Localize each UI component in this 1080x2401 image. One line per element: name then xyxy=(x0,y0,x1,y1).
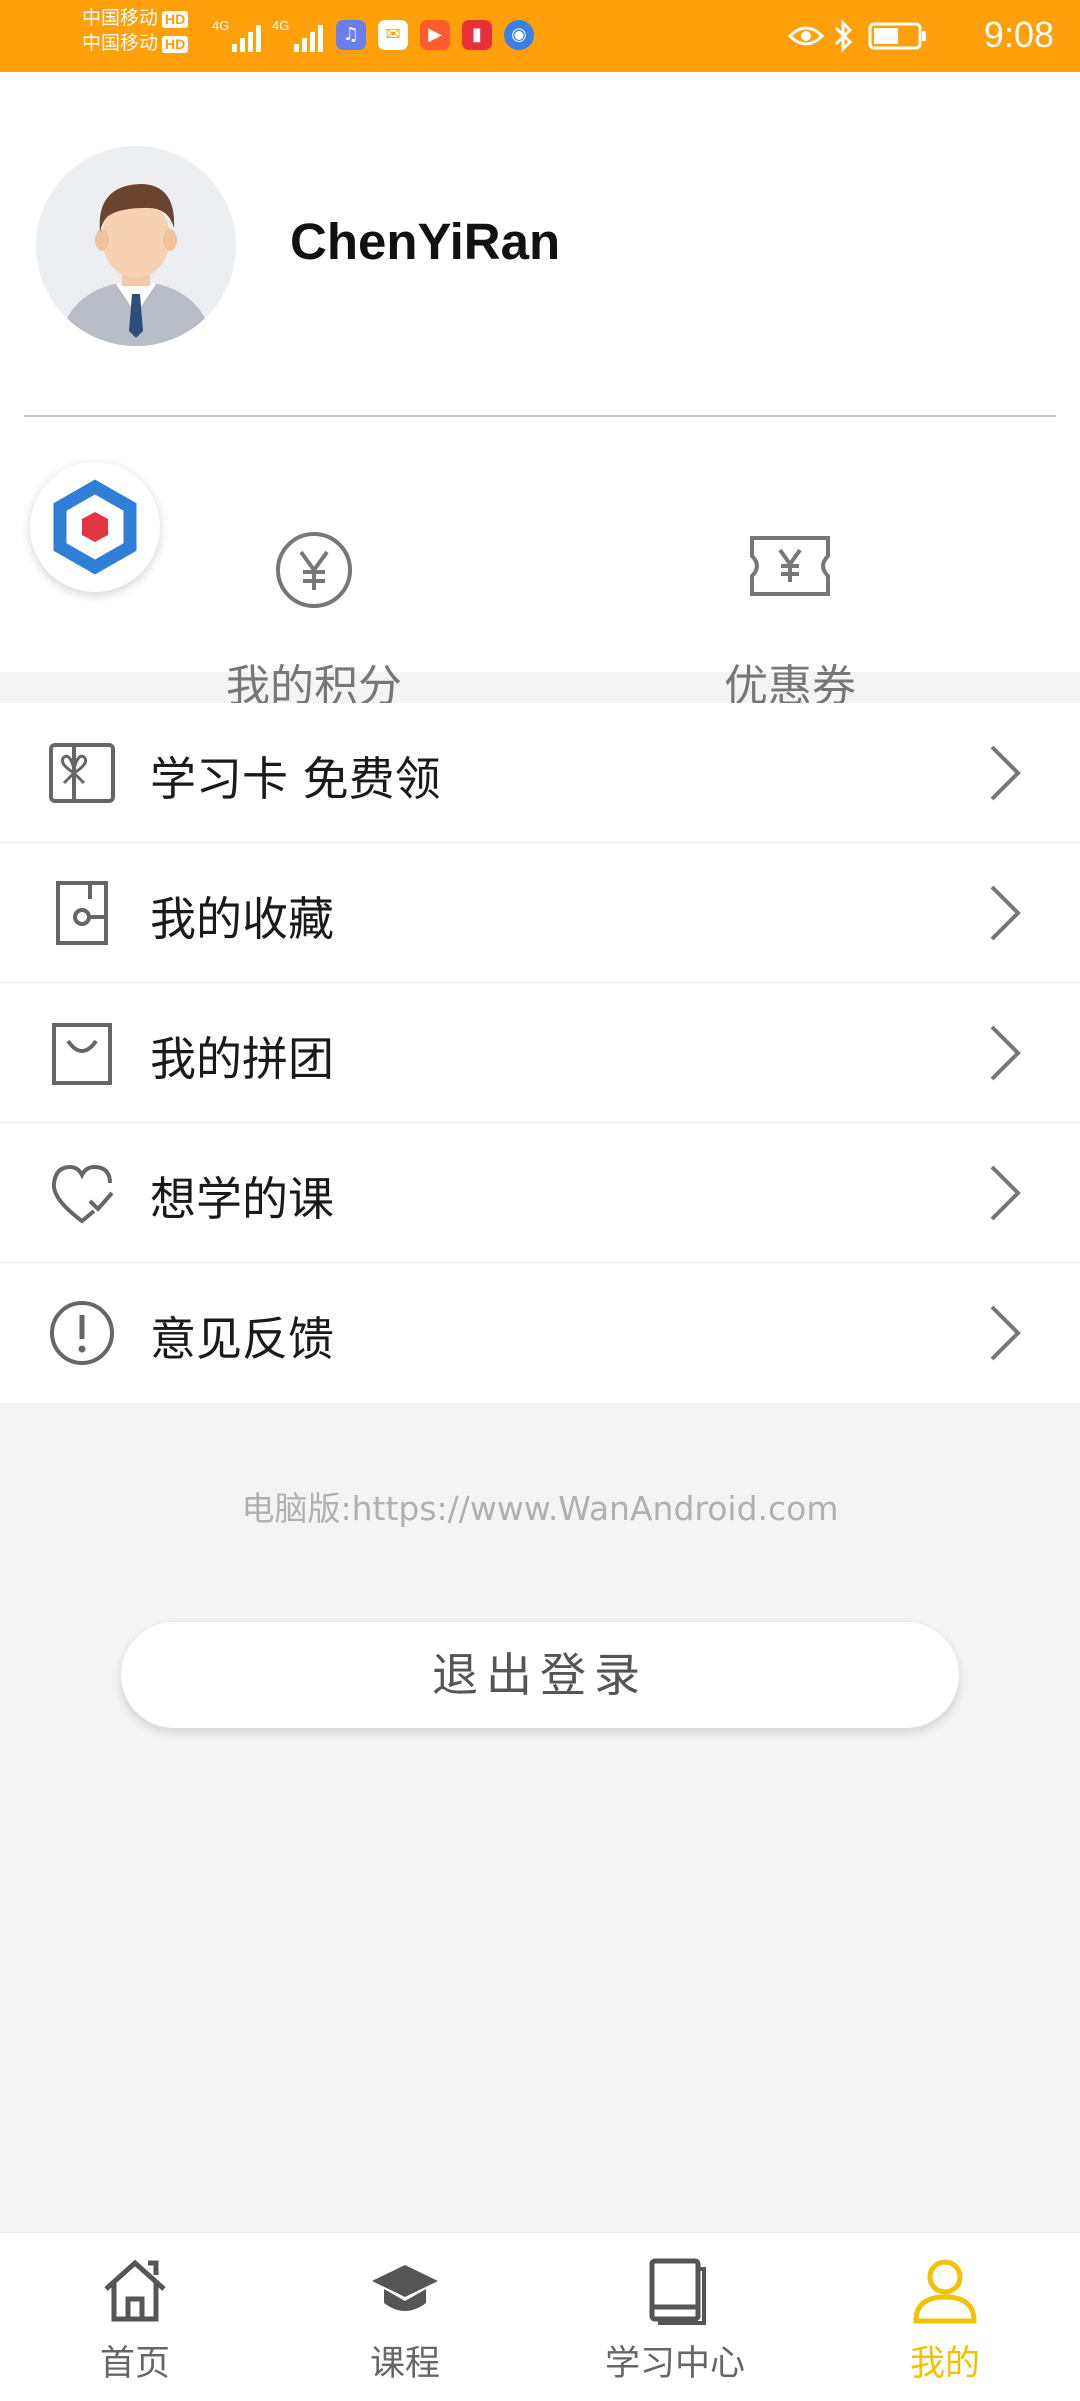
nav-tab-home[interactable]: 首页 xyxy=(0,2233,270,2401)
chevron-right-icon xyxy=(990,1165,1021,1221)
carrier-name-2: 中国移动 xyxy=(82,32,159,54)
menu-item-label: 意见反馈 xyxy=(150,1312,334,1366)
nav-label: 学习中心 xyxy=(604,2344,745,2384)
bottom-nav: 首页 课程 学习中心 我的 xyxy=(0,2232,1080,2401)
yen-coin-icon xyxy=(276,532,352,608)
reader-app-icon: ▮ xyxy=(462,20,492,50)
nav-tab-study-center[interactable]: 学习中心 xyxy=(540,2233,810,2401)
music-app-icon: ♫ xyxy=(336,20,366,50)
eye-icon xyxy=(788,26,824,46)
coupon-ticket-icon xyxy=(750,536,830,596)
menu-item-favorites[interactable]: 我的收藏 xyxy=(0,843,1080,983)
website-link[interactable]: 电脑版:https://www.WanAndroid.com xyxy=(0,1482,1080,1530)
nav-tab-courses[interactable]: 课程 xyxy=(270,2233,540,2401)
nav-tab-mine[interactable]: 我的 xyxy=(810,2233,1080,2401)
bookmark-icon xyxy=(56,881,108,945)
menu-item-feedback[interactable]: 意见反馈 xyxy=(0,1263,1080,1403)
exclamation-circle-icon xyxy=(50,1301,114,1365)
username: ChenYiRan xyxy=(290,213,561,270)
gift-card-icon xyxy=(49,743,115,803)
menu-item-label: 我的收藏 xyxy=(150,892,334,946)
hd-badge-2: HD xyxy=(162,36,189,53)
shopping-bag-icon xyxy=(52,1023,112,1085)
menu-item-label: 想学的课 xyxy=(150,1172,334,1226)
chevron-right-icon xyxy=(990,1305,1021,1361)
nav-label: 首页 xyxy=(99,2344,170,2384)
book-icon xyxy=(649,2258,706,2325)
menu-item-label: 学习卡 免费领 xyxy=(150,752,441,806)
chevron-right-icon xyxy=(990,885,1021,941)
bluetooth-icon xyxy=(834,19,853,53)
video-app-icon: ▶ xyxy=(420,20,450,50)
nav-label: 我的 xyxy=(909,2344,980,2384)
app-logo xyxy=(30,462,160,592)
avatar[interactable] xyxy=(36,146,236,346)
signal-icon: 4G xyxy=(212,18,264,52)
chevron-right-icon xyxy=(990,745,1021,801)
nav-label: 课程 xyxy=(369,2344,440,2384)
carrier-info: 中国移动 HD 中国移动 HD xyxy=(82,6,189,56)
chevron-right-icon xyxy=(990,1025,1021,1081)
quick-action-points[interactable]: 我的积分 xyxy=(164,452,464,712)
status-bar: 中国移动 HD 中国移动 HD 4G 4G ♫ ✉ ▶ ▮ ◉ 9:08 xyxy=(0,0,1080,72)
battery-icon xyxy=(868,22,926,50)
menu-item-study-card[interactable]: 学习卡 免费领 xyxy=(0,703,1080,843)
mail-app-icon: ✉ xyxy=(378,20,408,50)
menu-item-label: 我的拼团 xyxy=(150,1032,334,1086)
menu-item-group-buy[interactable]: 我的拼团 xyxy=(0,983,1080,1123)
carrier-name-1: 中国移动 xyxy=(82,7,159,29)
menu-list: 学习卡 免费领 我的收藏 我的拼团 想学的课 意见反馈 xyxy=(0,703,1080,1403)
menu-item-wishlist[interactable]: 想学的课 xyxy=(0,1123,1080,1263)
status-time: 9:08 xyxy=(983,14,1054,55)
profile-section: ChenYiRan 我的积分 优惠券 xyxy=(0,72,1080,712)
heart-check-icon xyxy=(51,1164,114,1224)
network-type-1: 4G xyxy=(212,18,230,33)
logout-button[interactable]: 退出登录 xyxy=(121,1622,959,1728)
graduation-cap-icon xyxy=(372,2265,438,2311)
signal-icon: 4G xyxy=(272,18,328,52)
user-icon xyxy=(913,2259,977,2324)
quick-action-coupons[interactable]: 优惠券 xyxy=(640,452,940,712)
hd-badge-1: HD xyxy=(162,11,189,28)
network-type-2: 4G xyxy=(272,18,290,33)
home-icon xyxy=(104,2259,166,2322)
divider xyxy=(24,415,1056,417)
browser-app-icon: ◉ xyxy=(504,20,534,50)
